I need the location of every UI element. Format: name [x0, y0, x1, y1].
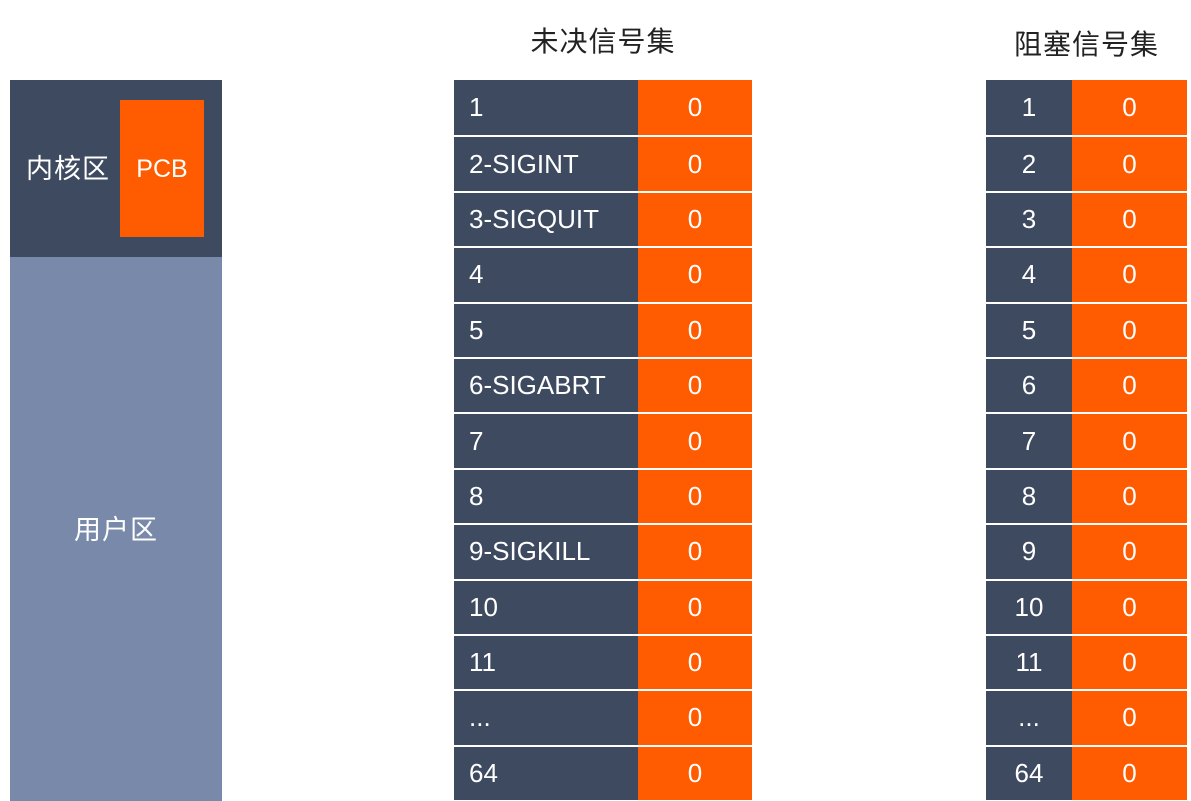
signal-name-cell: 8 — [986, 467, 1072, 524]
signal-row: 2-SIGINT 0 — [454, 135, 752, 191]
signal-bit-cell: 0 — [1072, 467, 1187, 524]
signal-row: 10 — [986, 80, 1187, 136]
signal-row: 40 — [454, 246, 752, 302]
blocked-signal-set: 1 0 2 0 3 0 4 0 5 0 6 0 7 0 8 0 9 0 10 0 11 0... 0 64 0 — [986, 80, 1187, 801]
signal-bit-cell: 0 — [638, 467, 752, 524]
signal-name-cell: 64 — [986, 744, 1072, 801]
signal-bit-cell: 0 — [638, 633, 752, 690]
signal-bit-cell: 0 — [1072, 80, 1187, 136]
signal-bit-cell: 0 — [1072, 301, 1187, 357]
pcb-label: PCB — [136, 154, 188, 183]
kernel-area: 内核区 PCB — [10, 80, 222, 257]
pending-set-title: 未决信号集 — [530, 26, 676, 57]
signal-bit-cell: 0 — [638, 578, 752, 634]
signal-bit-cell: 0 — [638, 135, 752, 191]
signal-name-cell: 6 — [986, 356, 1072, 413]
signal-row: 9-SIGKILL 0 — [454, 523, 752, 579]
signal-name-cell: 1 — [454, 80, 638, 136]
signal-bit-cell: 0 — [1072, 412, 1187, 468]
signal-row: 60 — [986, 356, 1187, 413]
signal-name-cell: 10 — [454, 578, 638, 634]
pcb-block: PCB — [120, 100, 204, 237]
signal-bit-cell: 0 — [1072, 523, 1187, 579]
signal-row: 11 0 — [454, 633, 752, 690]
signal-bit-cell: 0 — [1072, 135, 1187, 191]
signal-row: 10 — [454, 80, 752, 136]
signal-bit-cell: 0 — [1072, 190, 1187, 247]
signal-bit-cell: 0 — [638, 412, 752, 468]
signal-row: 80 — [986, 467, 1187, 524]
signal-name-cell: 4 — [454, 246, 638, 302]
signal-row: 10 0 — [454, 578, 752, 634]
signal-row: 64 0 — [986, 744, 1187, 801]
signal-row: ... 0 — [986, 689, 1187, 745]
signal-row: 3-SIGQUIT 0 — [454, 190, 752, 247]
signal-name-cell: 5 — [986, 301, 1072, 357]
signal-row: 30 — [986, 190, 1187, 247]
user-area: 用户区 — [10, 257, 222, 801]
signal-bit-cell: 0 — [1072, 633, 1187, 690]
signal-row: 40 — [986, 246, 1187, 302]
signal-row: ... 0 — [454, 689, 752, 745]
signal-row: 50 — [454, 301, 752, 357]
signal-bit-cell: 0 — [1072, 689, 1187, 745]
signal-name-cell: 3-SIGQUIT — [454, 190, 638, 247]
signal-row: 64 0 — [454, 744, 752, 801]
signal-row: 80 — [454, 467, 752, 524]
signal-name-cell: ... — [986, 689, 1072, 745]
signal-row: 6-SIGABRT 0 — [454, 356, 752, 413]
signal-name-cell: 9-SIGKILL — [454, 523, 638, 579]
signal-name-cell: 7 — [986, 412, 1072, 468]
signal-bit-cell: 0 — [1072, 744, 1187, 801]
signal-bit-cell: 0 — [638, 190, 752, 247]
signal-name-cell: 11 — [454, 633, 638, 690]
signal-name-cell: 9 — [986, 523, 1072, 579]
signal-row: 70 — [454, 412, 752, 468]
signal-row: 50 — [986, 301, 1187, 357]
signal-name-cell: ... — [454, 689, 638, 745]
pending-signal-set: 1 0 2-SIGINT 0 3-SIGQUIT 0 4 0 5 0 6-SIGABRT 0 7 0 8 0 9… — [454, 80, 752, 801]
signal-name-cell: 2 — [986, 135, 1072, 191]
signal-name-cell: 11 — [986, 633, 1072, 690]
signal-bit-cell: 0 — [638, 523, 752, 579]
signal-bit-cell: 0 — [638, 744, 752, 801]
diagram-canvas: 内核区 PCB 用户区 未决信号集 1 0 2-SIGINT 0 3-SIGQUIT 0 4… — [0, 0, 1191, 801]
signal-row: 20 — [986, 135, 1187, 191]
signal-name-cell: 3 — [986, 190, 1072, 247]
signal-row: 10 0 — [986, 578, 1187, 634]
signal-bit-cell: 0 — [638, 301, 752, 357]
blocked-set-title: 阻塞信号集 — [1013, 29, 1159, 60]
signal-name-cell: 4 — [986, 246, 1072, 302]
signal-name-cell: 5 — [454, 301, 638, 357]
signal-bit-cell: 0 — [638, 689, 752, 745]
signal-bit-cell: 0 — [1072, 578, 1187, 634]
signal-row: 90 — [986, 523, 1187, 579]
signal-name-cell: 2-SIGINT — [454, 135, 638, 191]
signal-bit-cell: 0 — [638, 246, 752, 302]
signal-name-cell: 7 — [454, 412, 638, 468]
signal-name-cell: 10 — [986, 578, 1072, 634]
signal-bit-cell: 0 — [1072, 356, 1187, 413]
signal-row: 11 0 — [986, 633, 1187, 690]
signal-bit-cell: 0 — [638, 356, 752, 413]
signal-name-cell: 8 — [454, 467, 638, 524]
process-memory-layout: 内核区 PCB 用户区 — [10, 80, 222, 801]
signal-name-cell: 64 — [454, 744, 638, 801]
kernel-area-label: 内核区 — [26, 154, 110, 184]
signal-row: 70 — [986, 412, 1187, 468]
signal-name-cell: 1 — [986, 80, 1072, 136]
signal-bit-cell: 0 — [1072, 246, 1187, 302]
signal-bit-cell: 0 — [638, 80, 752, 136]
user-area-label: 用户区 — [74, 515, 158, 545]
signal-name-cell: 6-SIGABRT — [454, 356, 638, 413]
